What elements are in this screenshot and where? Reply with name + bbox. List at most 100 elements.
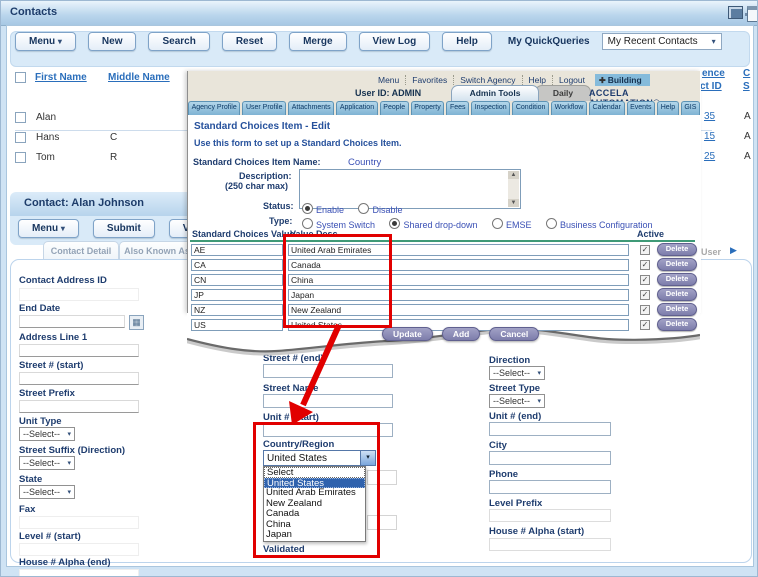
delete-button[interactable]: Delete	[657, 288, 697, 301]
cancel-button[interactable]: Cancel	[489, 327, 539, 341]
fax-input[interactable]	[19, 516, 139, 529]
direction-select[interactable]: --Select--▾	[489, 366, 545, 380]
active-checkbox[interactable]: ✓	[640, 290, 650, 300]
address-line-1-input[interactable]	[19, 344, 139, 357]
street-no-start-input[interactable]	[19, 372, 139, 385]
nav-tab-gis[interactable]: GIS	[681, 101, 700, 115]
overlay-menu-link[interactable]: Menu	[372, 75, 405, 85]
level-no-start-input[interactable]	[19, 543, 139, 556]
select-all-checkbox[interactable]	[15, 72, 26, 83]
unit-no-end-input[interactable]	[489, 422, 611, 436]
nav-tab-help[interactable]: Help	[657, 101, 679, 115]
contact-menu-button[interactable]: Menu ▾	[18, 219, 79, 238]
new-button[interactable]: New	[88, 32, 137, 51]
nav-tab-agency-profile[interactable]: Agency Profile	[188, 101, 240, 115]
tab-admin-tools[interactable]: Admin Tools	[451, 85, 539, 101]
house-alpha-end-input[interactable]	[19, 569, 139, 577]
nav-tab-application[interactable]: Application	[336, 101, 377, 115]
choice-code-input[interactable]	[191, 289, 283, 301]
level-prefix-input[interactable]	[489, 509, 611, 522]
tab-user-overflow[interactable]: User	[701, 247, 721, 257]
choice-code-input[interactable]	[191, 244, 283, 256]
cell-ref-link[interactable]: 25	[704, 151, 715, 162]
scroll-up-icon[interactable]: ▲	[508, 171, 519, 179]
nav-tab-inspection[interactable]: Inspection	[471, 101, 510, 115]
nav-tab-events[interactable]: Events	[627, 101, 656, 115]
phone-input[interactable]	[489, 480, 611, 494]
city-input[interactable]	[489, 451, 611, 465]
radio-business-configuration[interactable]	[546, 218, 557, 229]
house-alpha-start-input[interactable]	[489, 538, 611, 551]
column-header-middle-name[interactable]: Middle Name	[108, 72, 170, 83]
cell-ref-link[interactable]: 35	[704, 111, 715, 122]
radio-shared-dropdown[interactable]	[389, 218, 400, 229]
row-checkbox[interactable]	[15, 152, 26, 163]
nav-tab-user-profile[interactable]: User Profile	[242, 101, 286, 115]
column-header-reference-frag[interactable]: ence	[702, 68, 725, 79]
overlay-logout-link[interactable]: Logout	[552, 75, 591, 85]
state-select[interactable]: --Select--▾	[19, 485, 75, 499]
column-header-reference-frag2[interactable]: ct ID	[700, 81, 722, 92]
search-button[interactable]: Search	[148, 32, 209, 51]
active-checkbox[interactable]: ✓	[640, 275, 650, 285]
active-checkbox[interactable]: ✓	[640, 305, 650, 315]
building-module-chip[interactable]: ✚Building	[595, 74, 650, 86]
street-prefix-input[interactable]	[19, 400, 139, 413]
help-button[interactable]: Help	[442, 32, 492, 51]
active-checkbox[interactable]: ✓	[640, 320, 650, 330]
quickqueries-select[interactable]: My Recent Contacts ▾	[602, 33, 722, 50]
choice-code-input[interactable]	[191, 259, 283, 271]
tab-also-known-as[interactable]: Also Known As	[119, 241, 195, 261]
column-header-status-frag2[interactable]: S	[743, 81, 750, 92]
street-suffix-select[interactable]: --Select--▾	[19, 456, 75, 470]
unit-type-select[interactable]: --Select--▾	[19, 427, 75, 441]
active-checkbox[interactable]: ✓	[640, 245, 650, 255]
column-header-status-frag[interactable]: C	[743, 68, 750, 79]
choice-code-input[interactable]	[191, 319, 283, 331]
radio-emse[interactable]	[492, 218, 503, 229]
choice-code-input[interactable]	[191, 304, 283, 316]
delete-button[interactable]: Delete	[657, 258, 697, 271]
add-button[interactable]: Add	[442, 327, 481, 341]
overlay-favorites-link[interactable]: Favorites	[405, 75, 453, 85]
contact-address-id-input[interactable]	[19, 288, 139, 301]
end-date-input[interactable]	[19, 315, 125, 328]
maximize-icon[interactable]	[747, 6, 758, 22]
menu-button[interactable]: Menu ▾	[15, 32, 76, 51]
choice-code-input[interactable]	[191, 274, 283, 286]
tab-scroll-right-icon[interactable]: ▶	[730, 245, 737, 256]
tab-daily[interactable]: Daily	[535, 85, 591, 101]
nav-tab-condition[interactable]: Condition	[512, 101, 549, 115]
window-app-icon[interactable]	[728, 6, 743, 19]
scroll-down-icon[interactable]: ▼	[508, 199, 519, 207]
tab-contact-detail[interactable]: Contact Detail	[43, 241, 119, 261]
nav-tab-people[interactable]: People	[380, 101, 409, 115]
cell-ref-link[interactable]: 15	[704, 131, 715, 142]
nav-tab-workflow[interactable]: Workflow	[551, 101, 587, 115]
street-type-select[interactable]: --Select--▾	[489, 394, 545, 408]
merge-button[interactable]: Merge	[289, 32, 346, 51]
active-checkbox[interactable]: ✓	[640, 260, 650, 270]
overlay-switch-agency-link[interactable]: Switch Agency	[453, 75, 521, 85]
delete-button[interactable]: Delete	[657, 318, 697, 331]
radio-disable[interactable]	[358, 203, 369, 214]
nav-tab-fees[interactable]: Fees	[446, 101, 469, 115]
column-header-first-name[interactable]: First Name	[35, 72, 87, 83]
delete-button[interactable]: Delete	[657, 303, 697, 316]
row-checkbox[interactable]	[15, 132, 26, 143]
delete-button[interactable]: Delete	[657, 243, 697, 256]
textarea-scrollbar[interactable]: ▲ ▼	[508, 171, 519, 207]
nav-tab-attachments[interactable]: Attachments	[288, 101, 334, 115]
row-checkbox[interactable]	[15, 112, 26, 123]
radio-system-switch[interactable]	[302, 218, 313, 229]
overlay-help-link[interactable]: Help	[522, 75, 552, 85]
nav-tab-calendar[interactable]: Calendar	[589, 101, 625, 115]
delete-button[interactable]: Delete	[657, 273, 697, 286]
radio-enable[interactable]	[302, 203, 313, 214]
update-button[interactable]: Update	[382, 327, 433, 341]
nav-tab-property[interactable]: Property	[411, 101, 445, 115]
reset-button[interactable]: Reset	[222, 32, 277, 51]
view-log-button[interactable]: View Log	[359, 32, 431, 51]
calendar-icon[interactable]: ▦	[129, 315, 144, 330]
submit-button[interactable]: Submit	[93, 219, 155, 238]
